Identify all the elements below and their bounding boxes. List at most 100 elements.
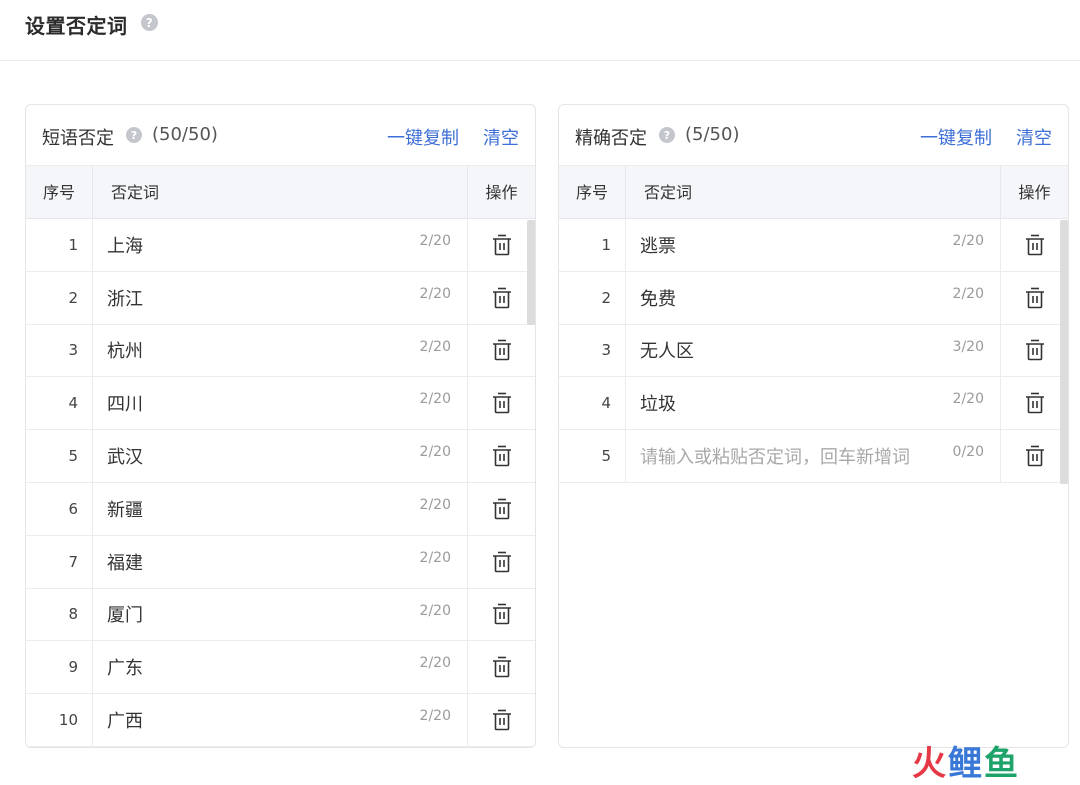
table-body: 1 上海 2/20 2 浙江 2/20 3 杭州 2/20 4 四川 2/20 5 武汉 2/20 6 新疆 2/… [26, 219, 535, 747]
copy-all-button[interactable]: 一键复制 [920, 124, 992, 150]
negative-word-input[interactable]: 请输入或粘贴否定词，回车新增词 [640, 430, 910, 482]
delete-button[interactable] [467, 271, 535, 324]
column-header-word: 否定词 [111, 183, 160, 202]
table-row: 2 免费 2/20 [559, 271, 1068, 325]
page-title-text: 设置否定词 [25, 14, 128, 38]
row-index: 1 [26, 219, 93, 271]
table-row: 4 垃圾 2/20 [559, 377, 1068, 431]
clear-button[interactable]: 清空 [1016, 124, 1052, 150]
negative-word[interactable]: 福建 [107, 536, 143, 588]
table-row: 1 逃票 2/20 [559, 219, 1068, 272]
char-counter: 2/20 [952, 285, 984, 302]
trash-icon [492, 234, 512, 256]
scrollbar[interactable] [1060, 220, 1068, 484]
negative-word[interactable]: 免费 [640, 272, 676, 324]
delete-button[interactable] [1000, 377, 1068, 430]
row-index: 6 [26, 482, 93, 535]
char-counter: 2/20 [952, 391, 984, 408]
delete-button[interactable] [467, 588, 535, 641]
row-index: 2 [559, 271, 626, 324]
row-index: 10 [26, 694, 93, 746]
trash-icon [1025, 339, 1045, 361]
table-row: 8 厦门 2/20 [26, 588, 535, 642]
delete-button[interactable] [1000, 271, 1068, 324]
panel-title: 精确否定 [575, 128, 647, 149]
char-counter: 2/20 [419, 338, 451, 355]
negative-word[interactable]: 无人区 [640, 325, 694, 377]
delete-button[interactable] [467, 377, 535, 430]
table-body: 1 逃票 2/20 2 免费 2/20 3 无人区 3/20 4 垃圾 2/20 5 请输入或粘贴否定词，… [559, 219, 1068, 483]
trash-icon [492, 709, 512, 731]
table-row: 6 新疆 2/20 [26, 482, 535, 536]
trash-icon [1025, 445, 1045, 467]
char-counter: 2/20 [419, 285, 451, 302]
column-header-word: 否定词 [644, 183, 693, 202]
row-index: 8 [26, 588, 93, 641]
row-index: 5 [26, 430, 93, 482]
word-count: (50/50) [152, 124, 218, 145]
watermark-char: 火 [912, 744, 948, 784]
trash-icon [492, 287, 512, 309]
char-counter: 2/20 [952, 233, 984, 249]
delete-button[interactable] [1000, 430, 1068, 482]
delete-button[interactable] [1000, 219, 1068, 271]
watermark-char: 鲤 [948, 744, 984, 784]
copy-all-button[interactable]: 一键复制 [387, 124, 459, 150]
negative-word[interactable]: 垃圾 [640, 377, 676, 429]
negative-word[interactable]: 浙江 [107, 272, 143, 324]
char-counter: 2/20 [419, 602, 451, 619]
row-index: 3 [26, 324, 93, 377]
scrollbar[interactable] [527, 220, 535, 325]
panel-title: 短语否定 [42, 128, 114, 149]
trash-icon [492, 445, 512, 467]
help-icon[interactable]: ? [659, 127, 675, 143]
column-header-op: 操作 [467, 166, 535, 219]
negative-word[interactable]: 厦门 [107, 589, 143, 641]
negative-word[interactable]: 四川 [107, 377, 143, 429]
delete-button[interactable] [467, 219, 535, 271]
delete-button[interactable] [467, 482, 535, 535]
negative-word[interactable]: 上海 [107, 219, 143, 271]
negative-word[interactable]: 逃票 [640, 219, 676, 271]
row-index: 9 [26, 641, 93, 694]
trash-icon [1025, 234, 1045, 256]
page-header: 设置否定词 ? [0, 0, 1080, 61]
delete-button[interactable] [467, 324, 535, 377]
panel-header: 精确否定 ? (5/50) 一键复制 清空 [559, 105, 1068, 166]
delete-button[interactable] [467, 430, 535, 482]
row-index: 4 [26, 377, 93, 430]
trash-icon [492, 392, 512, 414]
brand-watermark: 火鲤鱼 [912, 736, 1020, 785]
help-icon[interactable]: ? [141, 14, 158, 31]
negative-word[interactable]: 广西 [107, 694, 143, 746]
trash-icon [492, 656, 512, 678]
negative-word[interactable]: 广东 [107, 641, 143, 693]
trash-icon [492, 551, 512, 573]
trash-icon [1025, 392, 1045, 414]
table-row: 3 无人区 3/20 [559, 324, 1068, 378]
column-header-seq: 序号 [559, 166, 626, 219]
char-counter: 0/20 [952, 444, 984, 461]
delete-button[interactable] [467, 535, 535, 588]
delete-button[interactable] [467, 694, 535, 746]
row-index: 2 [26, 271, 93, 324]
delete-button[interactable] [467, 641, 535, 694]
help-icon[interactable]: ? [126, 127, 142, 143]
table-header: 序号 否定词 操作 [26, 166, 535, 219]
word-count: (5/50) [685, 124, 740, 145]
column-header-op: 操作 [1000, 166, 1068, 219]
char-counter: 2/20 [419, 549, 451, 566]
negative-word[interactable]: 新疆 [107, 483, 143, 535]
negative-word[interactable]: 武汉 [107, 430, 143, 482]
row-index: 3 [559, 324, 626, 377]
clear-button[interactable]: 清空 [483, 124, 519, 150]
delete-button[interactable] [1000, 324, 1068, 377]
phrase-negative-panel: 短语否定 ? (50/50) 一键复制 清空 序号 否定词 操作 1 上海 2/20… [25, 104, 536, 748]
table-row: 4 四川 2/20 [26, 377, 535, 431]
table-row: 7 福建 2/20 [26, 535, 535, 589]
table-row: 2 浙江 2/20 [26, 271, 535, 325]
negative-word[interactable]: 杭州 [107, 325, 143, 377]
table-row: 1 上海 2/20 [26, 219, 535, 272]
char-counter: 2/20 [419, 655, 451, 672]
trash-icon [492, 603, 512, 625]
